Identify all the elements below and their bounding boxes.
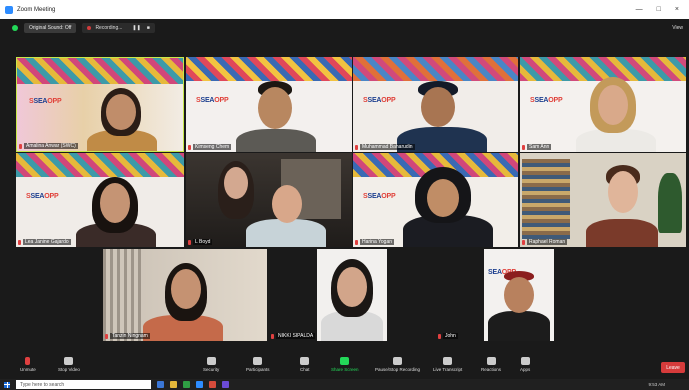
shield-icon [206,357,216,365]
window-title: Zoom Meeting [17,6,56,13]
participant-name: Kimseng Chem [193,144,232,150]
video-camera-icon [64,357,74,365]
shield-icon[interactable] [12,25,18,31]
video-tile[interactable]: SSEAOPP Harina Yogan [353,153,518,247]
muted-mic-icon [355,240,358,245]
pause-icon[interactable]: ❚❚ [132,25,140,31]
video-tile[interactable]: SEAOPP John [436,249,600,341]
window-controls: — □ × [636,6,679,13]
app-icon[interactable] [222,381,229,388]
title-bar: Zoom Meeting — □ × [0,0,689,19]
video-tile[interactable]: SSEAOPP Amalina Anwar (SWC) [16,57,184,152]
muted-mic-icon [188,240,191,245]
zoom-taskbar-icon[interactable] [196,381,203,388]
brand-logo: SSEAOPP [530,97,563,104]
pause-stop-recording-button[interactable]: Pause/Stop Recording [375,357,420,372]
taskbar-clock[interactable]: 9:53 AM [648,382,665,387]
participant-name: Tanzin Ningnam [110,333,150,339]
pause-stop-icon [393,357,403,365]
stop-icon[interactable]: ■ [147,25,150,31]
chat-button[interactable]: Chat [300,357,310,372]
view-button[interactable]: View [672,25,683,31]
minimize-button[interactable]: — [636,6,643,13]
brand-logo: SSEAOPP [29,98,62,105]
muted-mic-icon [522,240,525,245]
muted-mic-icon [25,357,31,365]
participant-name: Raphael Roman [527,239,568,245]
video-tile[interactable]: SSEAOPP Sam Ann [520,57,686,152]
muted-mic-icon [355,145,358,150]
video-tile[interactable]: NIKKI SIPALDA [269,249,434,341]
video-tile[interactable]: SSEAOPP Lea Janine Gajardo [16,153,184,247]
video-tile[interactable]: SSEAOPP Muhammad Baharudin [353,57,518,152]
participant-name: Lea Janine Gajardo [23,239,71,245]
os-taskbar: Type here to search 9:53 AM [0,379,689,390]
share-screen-button[interactable]: Share Screen [331,357,359,372]
participant-name: L Boyd [193,239,213,245]
participant-name: Amalina Anwar (SWC) [24,143,78,149]
stop-video-button[interactable]: Stop Video [58,357,80,372]
muted-mic-icon [105,334,108,339]
muted-mic-icon [438,334,441,339]
muted-mic-icon [271,334,274,339]
muted-mic-icon [188,145,191,150]
video-tile[interactable]: Raphael Roman [520,153,686,247]
chrome-icon[interactable] [183,381,190,388]
participant-name: John [443,333,458,339]
muted-mic-icon [19,144,22,149]
close-button[interactable]: × [675,6,679,13]
original-sound-button[interactable]: Original Sound: Off [24,23,77,33]
recording-label: Recording... [95,25,123,31]
app-icon[interactable] [209,381,216,388]
cc-icon [443,357,453,365]
zoom-logo-icon [5,5,13,14]
chat-bubble-icon [300,357,310,365]
video-tile[interactable]: L Boyd [186,153,352,247]
security-button[interactable]: Security [203,357,219,372]
top-toolbar: Original Sound: Off Recording... ❚❚ ■ Vi… [0,19,689,37]
muted-mic-icon [522,145,525,150]
participant-name: NIKKI SIPALDA [276,333,316,339]
participant-name: Harina Yogan [360,239,395,245]
video-tile[interactable]: Tanzin Ningnam [103,249,267,341]
maximize-button[interactable]: □ [657,6,661,13]
file-explorer-icon[interactable] [170,381,177,388]
apps-icon [520,357,530,365]
brand-logo: SSEAOPP [363,97,396,104]
windows-start-icon[interactable] [4,381,10,388]
brand-logo: SSEAOPP [196,97,229,104]
brand-logo: SSEAOPP [26,193,59,200]
live-transcript-button[interactable]: Live Transcript [433,357,462,372]
muted-mic-icon [18,240,21,245]
participant-name: Sam Ann [527,144,552,150]
video-tile[interactable]: SSEAOPP Kimseng Chem [186,57,352,152]
share-screen-icon [340,357,350,365]
participants-button[interactable]: Participants [246,357,270,372]
participant-name: Muhammad Baharudin [360,144,415,150]
apps-button[interactable]: Apps [520,357,530,372]
record-dot-icon [87,26,92,30]
leave-button[interactable]: Leave [661,362,685,373]
smiley-icon [486,357,496,365]
taskbar-search-input[interactable]: Type here to search [16,380,151,389]
people-icon [253,357,263,365]
reactions-button[interactable]: Reactions [481,357,501,372]
recording-indicator[interactable]: Recording... ❚❚ ■ [82,23,155,33]
unmute-button[interactable]: Unmute [20,357,36,372]
brand-logo: SSEAOPP [363,193,396,200]
task-view-icon[interactable] [157,381,164,388]
